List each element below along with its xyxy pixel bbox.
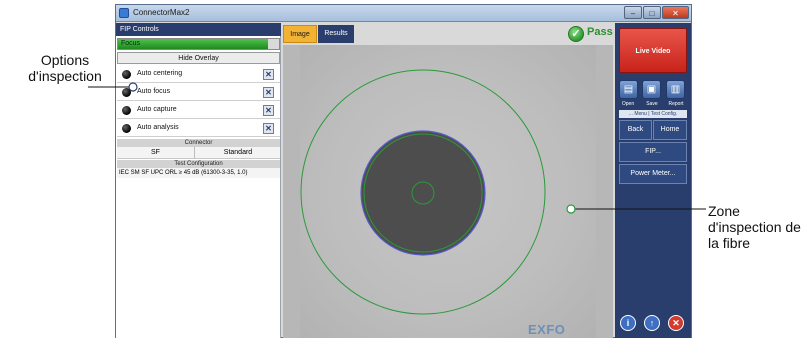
options-callout-marker	[128, 82, 138, 92]
zone-callout-label: Zone d'inspection de la fibre	[708, 203, 801, 251]
zone-callout-marker	[566, 204, 576, 214]
options-callout-label: Options d'inspection	[28, 52, 102, 84]
callout-lines	[88, 82, 706, 214]
